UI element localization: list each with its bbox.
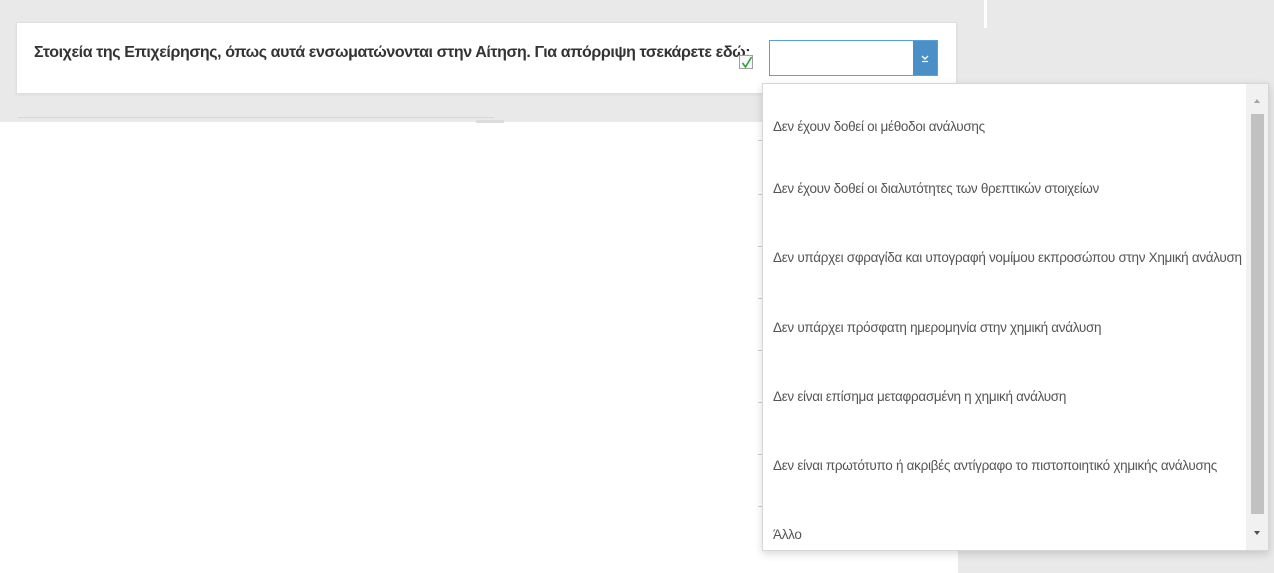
rejection-reason-dropdown[interactable]: Δεν έχουν δοθεί οι μέθοδοι ανάλυσης Δεν … bbox=[762, 83, 1269, 551]
dropdown-option[interactable]: Δεν είναι επίσημα μεταφρασμένη η χημική … bbox=[773, 389, 1066, 404]
dropdown-option[interactable]: Δεν είναι πρωτότυπο ή ακριβές αντίγραφο … bbox=[773, 458, 1217, 473]
dropdown-option[interactable]: Δεν υπάρχει πρόσφατη ημερομηνία στην χημ… bbox=[773, 320, 1102, 335]
scrollbar-thumb[interactable] bbox=[1251, 114, 1264, 514]
checkmark-icon bbox=[741, 56, 753, 69]
dropdown-option[interactable]: Δεν έχουν δοθεί οι διαλυτότητες των θρεπ… bbox=[773, 181, 1099, 196]
dropdown-scrollbar[interactable] bbox=[1246, 84, 1268, 550]
dropdown-option[interactable]: Άλλο bbox=[773, 527, 802, 542]
gutter-divider bbox=[984, 0, 987, 28]
divider bbox=[18, 117, 494, 118]
chevron-down-icon bbox=[921, 55, 929, 63]
dropdown-option[interactable]: Δεν υπάρχει σφραγίδα και υπογραφή νομίμο… bbox=[773, 250, 1242, 265]
reject-checkbox[interactable] bbox=[739, 55, 753, 69]
dropdown-option[interactable]: Δεν έχουν δοθεί οι μέθοδοι ανάλυσης bbox=[773, 119, 985, 134]
select-toggle-button[interactable] bbox=[913, 41, 937, 75]
divider bbox=[476, 120, 504, 123]
section-title: Στοιχεία της Επιχείρησης, όπως αυτά ενσω… bbox=[34, 44, 751, 61]
scroll-up-icon[interactable] bbox=[1252, 96, 1262, 106]
scroll-down-icon[interactable] bbox=[1252, 528, 1262, 538]
rejection-reason-select[interactable] bbox=[769, 40, 938, 76]
